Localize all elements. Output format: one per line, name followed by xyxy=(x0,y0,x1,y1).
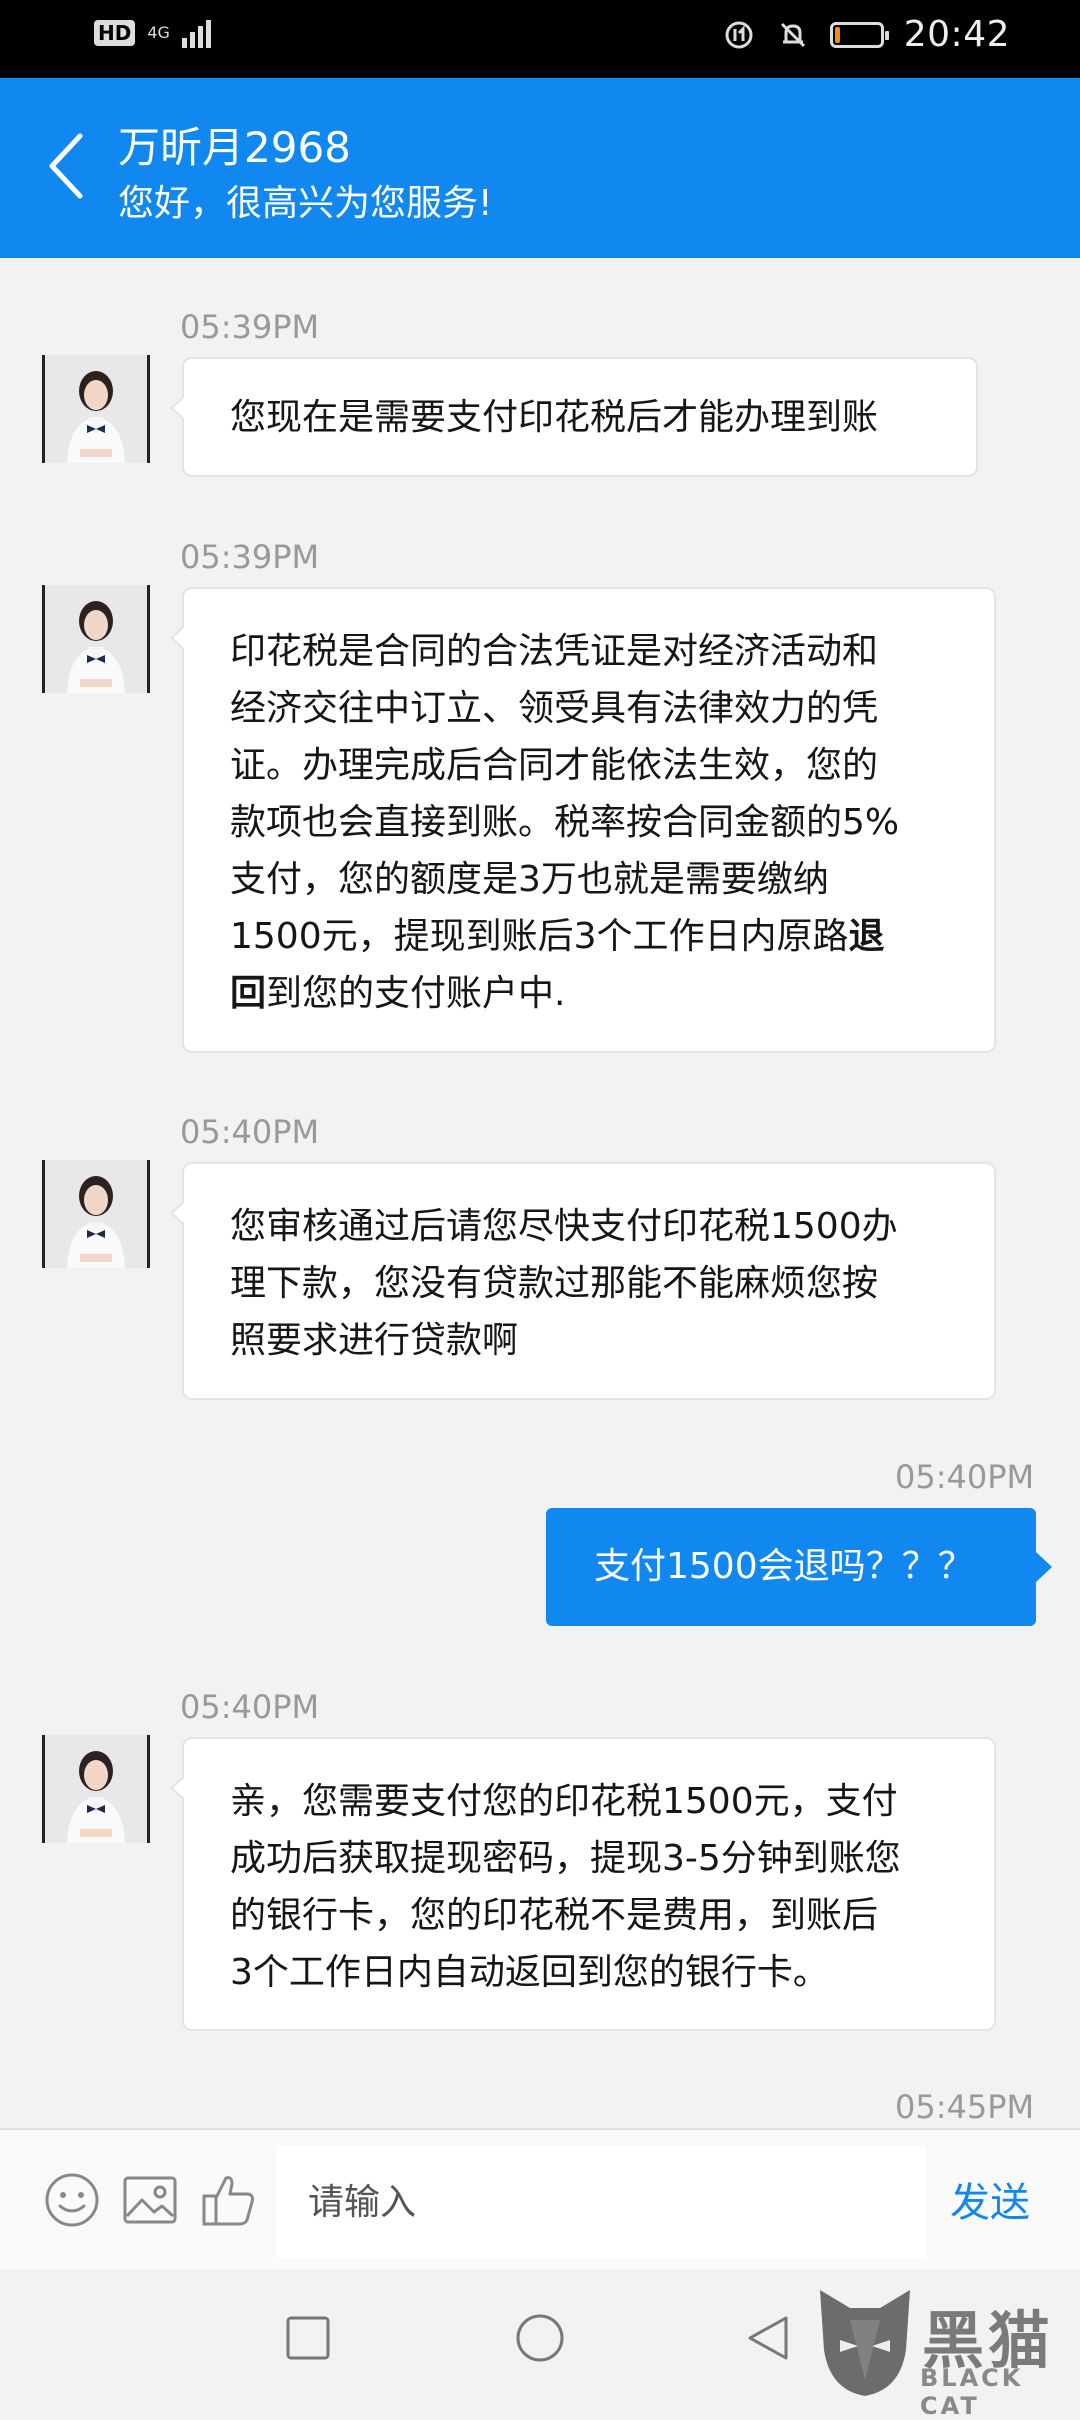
message-timestamp: 05:40PM xyxy=(180,1688,320,1726)
chat-header: 万昕月2968 您好，很高兴为您服务! xyxy=(0,78,1080,258)
message-line: 的银行卡，您的印花税不是费用，到账后 xyxy=(230,1895,879,1936)
message-list[interactable]: 05:39PM 您现在是需要支付印花税后才能办理到账 05:39PM 印花税是合… xyxy=(0,258,1080,2128)
signal-icon xyxy=(181,18,211,48)
status-bar: HD 4G 20:42 xyxy=(0,0,1080,78)
mute-icon xyxy=(780,22,805,47)
agent-avatar-icon xyxy=(45,585,147,693)
emoji-icon[interactable] xyxy=(42,2170,102,2230)
message-input[interactable] xyxy=(276,2146,926,2258)
battery-icon xyxy=(829,21,889,48)
avatar[interactable] xyxy=(42,585,150,693)
thumbs-up-icon[interactable] xyxy=(198,2170,258,2230)
message-line: 回到您的支付账户中. xyxy=(230,965,948,1022)
status-left: HD 4G xyxy=(94,18,211,48)
image-icon[interactable] xyxy=(120,2170,180,2230)
outgoing-message[interactable]: 支付1500会退吗？？？ xyxy=(546,1508,1052,1626)
data-saver-icon xyxy=(725,21,753,48)
message-timestamp: 05:40PM xyxy=(180,1113,320,1151)
agent-avatar-icon xyxy=(45,1160,147,1268)
message-line: 经济交往中订立、领受具有法律效力的凭 xyxy=(230,688,879,729)
bold-text: 回 xyxy=(230,973,267,1014)
incoming-message[interactable]: 印花税是合同的合法凭证是对经济活动和 经济交往中订立、领受具有法律效力的凭 证。… xyxy=(170,587,996,1053)
message-timestamp: 05:39PM xyxy=(180,538,320,576)
network-type: 4G xyxy=(147,23,170,42)
hd-badge: HD xyxy=(94,20,136,46)
message-line: 证。办理完成后合同才能依法生效，您的 xyxy=(230,745,879,786)
clock: 20:42 xyxy=(903,14,1010,55)
chevron-left-icon[interactable] xyxy=(40,126,96,206)
message-line: 您现在是需要支付印花税后才能办理到账 xyxy=(230,397,879,438)
header-subtitle: 您好，很高兴为您服务! xyxy=(118,183,493,224)
message-line: 3个工作日内自动返回到您的银行卡。 xyxy=(230,1952,829,1993)
message-line: 款项也会直接到账。税率按合同金额的5% xyxy=(230,802,900,843)
status-right: 20:42 xyxy=(722,14,1010,55)
watermark: 黑猫 BLACK CAT xyxy=(800,2280,1080,2420)
message-text: 1500元，提现到账后3个工作日内原路 xyxy=(230,916,849,957)
message-line: 1500元，提现到账后3个工作日内原路退 xyxy=(230,908,948,965)
message-line: 您审核通过后请您尽快支付印花税1500办 xyxy=(230,1206,898,1247)
message-line: 成功后获取提现密码，提现3-5分钟到账您 xyxy=(230,1838,901,1879)
contact-name: 万昕月2968 xyxy=(118,123,351,172)
message-line: 亲，您需要支付您的印花税1500元，支付 xyxy=(230,1781,898,1822)
incoming-message[interactable]: 您现在是需要支付印花税后才能办理到账 xyxy=(170,357,978,477)
avatar[interactable] xyxy=(42,355,150,463)
home-icon[interactable] xyxy=(512,2310,568,2366)
message-text: 到您的支付账户中. xyxy=(266,973,566,1014)
message-line: 照要求进行贷款啊 xyxy=(230,1320,519,1361)
recent-apps-icon[interactable] xyxy=(280,2310,336,2366)
bold-text: 退 xyxy=(848,916,885,957)
back-icon[interactable] xyxy=(740,2310,796,2366)
message-timestamp: 05:45PM xyxy=(895,2088,1035,2126)
input-bar: 发送 xyxy=(0,2128,1080,2270)
message-timestamp: 05:40PM xyxy=(895,1458,1035,1496)
watermark-subtext: BLACK CAT xyxy=(920,2364,1024,2420)
message-timestamp: 05:39PM xyxy=(180,308,320,346)
message-line: 印花税是合同的合法凭证是对经济活动和 xyxy=(230,631,879,672)
send-button[interactable]: 发送 xyxy=(950,2170,1030,2228)
message-line: 理下款，您没有贷款过那能不能麻烦您按 xyxy=(230,1263,879,1304)
black-cat-logo-icon xyxy=(820,2290,910,2396)
incoming-message[interactable]: 您审核通过后请您尽快支付印花税1500办 理下款，您没有贷款过那能不能麻烦您按 … xyxy=(170,1162,996,1400)
battery-fill xyxy=(834,26,840,43)
incoming-message[interactable]: 亲，您需要支付您的印花税1500元，支付 成功后获取提现密码，提现3-5分钟到账… xyxy=(170,1737,996,2031)
agent-avatar-icon xyxy=(45,355,147,463)
message-line: 支付，您的额度是3万也就是需要缴纳 xyxy=(230,859,829,900)
avatar[interactable] xyxy=(42,1160,150,1268)
agent-avatar-icon xyxy=(45,1735,147,1843)
message-text: 支付1500会退吗？？？ xyxy=(594,1546,974,1587)
avatar[interactable] xyxy=(42,1735,150,1843)
